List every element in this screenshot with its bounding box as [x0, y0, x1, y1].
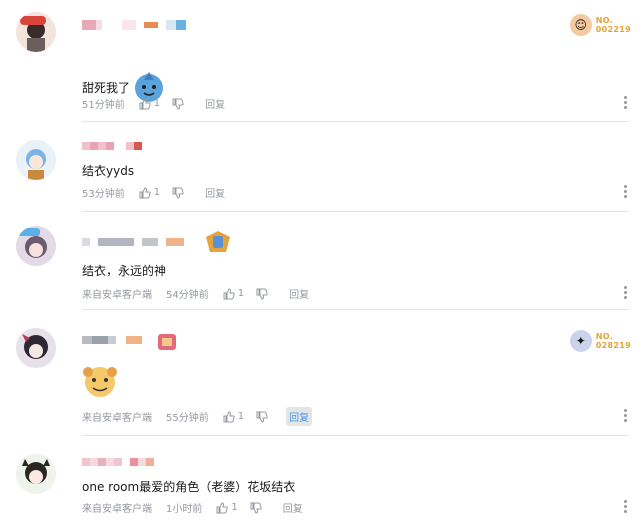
like-count: 1 [231, 502, 238, 513]
like-count: 1 [153, 187, 161, 198]
comment-item: 结衣yyds 53分钟前 1 回复 [0, 122, 641, 212]
like-button[interactable]: 1 [223, 410, 245, 423]
thumb-up-icon [139, 186, 151, 198]
avatar[interactable] [16, 454, 56, 494]
username-pixelated[interactable] [82, 142, 142, 150]
username-pixelated[interactable] [82, 336, 142, 344]
thumb-down-icon [256, 288, 268, 300]
fan-badge-number: NO. 002219 [595, 16, 631, 34]
comment-item: 结衣，永远的神 来自安卓客户端 54分钟前 1 回复 [0, 212, 641, 310]
more-icon[interactable] [623, 500, 627, 513]
comment-meta: 51分钟前 1 回复 [82, 94, 228, 113]
more-icon[interactable] [623, 409, 627, 422]
like-count: 1 [237, 411, 245, 422]
comment-meta: 来自安卓客户端 1小时前 1 回复 [82, 498, 306, 517]
comment-source: 来自安卓客户端 [82, 504, 152, 515]
username-pixelated[interactable] [82, 458, 154, 466]
reply-button[interactable]: 回复 [286, 407, 313, 426]
like-count: 1 [237, 288, 245, 299]
fan-badge[interactable]: ☺ NO. 002219 [569, 14, 631, 36]
like-button[interactable]: 1 [216, 501, 238, 514]
comment-item: one room最爱的角色（老婆）花坂结衣 来自安卓客户端 1小时前 1 回复 [0, 436, 641, 526]
comment-meta: 来自安卓客户端 54分钟前 1 回复 [82, 284, 312, 303]
comment-item: ✦ NO. 028219 来自安卓客户端 55分钟前 1 回复 [0, 310, 641, 436]
username-pixelated[interactable] [82, 238, 184, 246]
thumb-down-icon [172, 98, 184, 110]
reply-button[interactable]: 回复 [202, 94, 228, 113]
thumb-up-icon [139, 97, 151, 109]
more-icon[interactable] [623, 96, 627, 109]
comment-source: 来自安卓客户端 [82, 290, 152, 301]
comment-text: one room最爱的角色（老婆）花坂结衣 [82, 480, 296, 494]
comment-source: 来自安卓客户端 [82, 413, 152, 424]
comment-content: 结衣yyds [82, 162, 134, 179]
thumb-up-icon [216, 501, 229, 513]
comment-text: 甜死我了 [82, 80, 131, 95]
like-button[interactable]: 1 [139, 97, 161, 110]
thumb-up-icon [223, 287, 235, 299]
avatar[interactable] [16, 12, 56, 52]
fan-badge-icon: ✦ [569, 330, 592, 352]
like-count: 1 [153, 98, 161, 109]
more-icon[interactable] [623, 286, 627, 299]
thumb-down-icon [250, 502, 262, 514]
thumb-down-icon [256, 411, 268, 423]
like-button[interactable]: 1 [223, 287, 245, 300]
comment-text: 结衣yyds [82, 164, 135, 178]
fan-badge-number: NO. 028219 [595, 332, 631, 350]
comment-time: 1小时前 [166, 504, 203, 515]
comment-time: 51分钟前 [82, 100, 125, 111]
dislike-button[interactable] [172, 187, 184, 199]
comment-time: 53分钟前 [82, 189, 125, 200]
comment-item: ☺ NO. 002219 甜死我了 51分钟前 1 回复 [0, 0, 641, 122]
reply-button[interactable]: 回复 [280, 498, 306, 517]
comment-content: 结衣，永远的神 [82, 262, 166, 279]
comment-content: one room最爱的角色（老婆）花坂结衣 [82, 478, 295, 495]
dislike-button[interactable] [172, 98, 184, 110]
comment-text: 结衣，永远的神 [82, 264, 167, 278]
reply-button[interactable]: 回复 [202, 183, 228, 202]
sticker-emote [80, 362, 120, 400]
comment-time: 55分钟前 [166, 413, 209, 424]
medal-icon[interactable] [204, 230, 232, 254]
comment-meta: 53分钟前 1 回复 [82, 183, 228, 202]
username-pixelated[interactable] [82, 20, 186, 30]
comment-time: 54分钟前 [166, 290, 209, 301]
dislike-button[interactable] [256, 288, 268, 300]
avatar[interactable] [16, 226, 56, 266]
dislike-button[interactable] [256, 411, 268, 423]
like-button[interactable]: 1 [139, 186, 161, 199]
fan-badge[interactable]: ✦ NO. 028219 [569, 330, 631, 352]
avatar[interactable] [16, 328, 56, 368]
more-icon[interactable] [623, 185, 627, 198]
reply-button[interactable]: 回复 [286, 284, 312, 303]
avatar[interactable] [16, 140, 56, 180]
fan-badge-icon: ☺ [569, 14, 592, 36]
medal-icon[interactable] [156, 330, 178, 352]
thumb-up-icon [223, 410, 235, 422]
thumb-down-icon [172, 187, 184, 199]
dislike-button[interactable] [250, 502, 262, 514]
comment-meta: 来自安卓客户端 55分钟前 1 回复 [82, 407, 313, 426]
